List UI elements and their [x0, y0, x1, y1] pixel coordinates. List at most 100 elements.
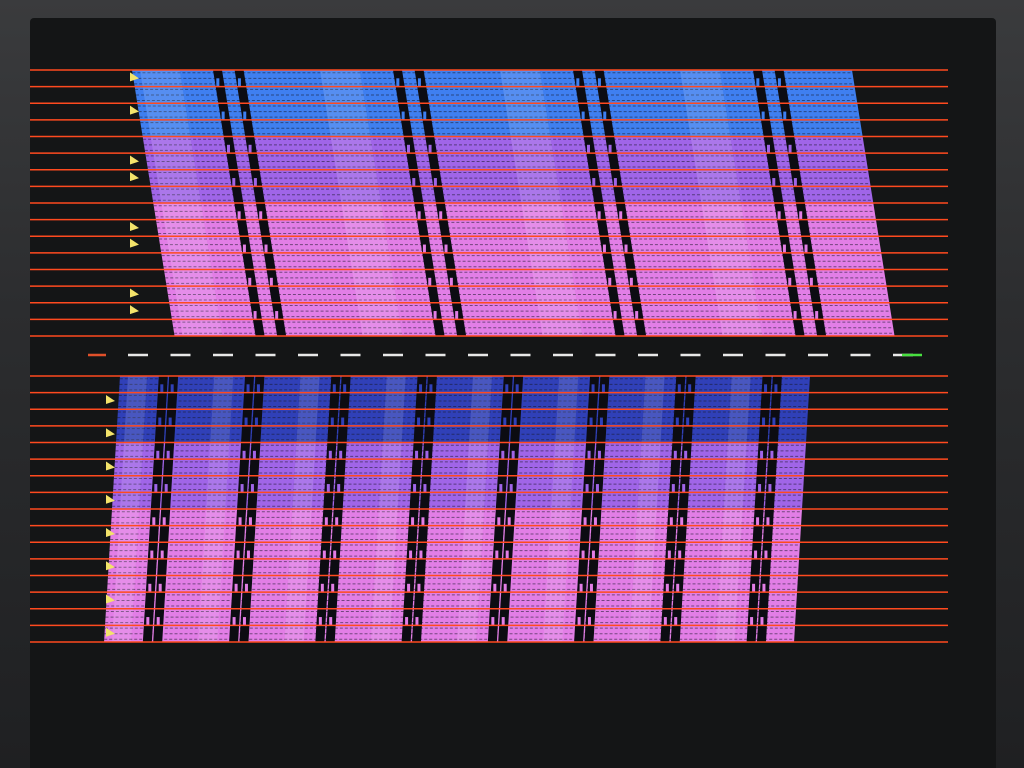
separator-notch — [415, 450, 419, 460]
separator-notch — [318, 617, 322, 626]
separator-notch — [667, 550, 671, 559]
separator-notch — [248, 517, 252, 526]
separator-notch — [341, 417, 345, 426]
separator-notch — [396, 78, 400, 87]
separator-notch — [684, 450, 688, 460]
separator-notch — [766, 517, 770, 526]
separator-notch — [146, 617, 150, 626]
separator-notch — [250, 484, 254, 493]
triangle-pointer-icon — [130, 221, 139, 231]
separator-notch — [429, 384, 433, 393]
separator-notch — [415, 617, 419, 626]
separator-notch — [428, 144, 432, 154]
separator-notch — [160, 384, 164, 393]
separator-notch — [587, 617, 591, 626]
separator-notch — [427, 417, 431, 426]
separator-notch — [499, 484, 503, 493]
separator-notch — [237, 78, 241, 87]
separator-notch — [583, 517, 587, 526]
separator-notch — [449, 277, 453, 287]
separator-notch — [326, 484, 330, 493]
separator-notch — [782, 244, 786, 253]
separator-notch — [236, 550, 240, 559]
separator-notch — [331, 583, 335, 593]
separator-notch — [234, 583, 238, 593]
separator-notch — [809, 277, 813, 287]
separator-notch — [324, 517, 328, 526]
separator-notch — [495, 550, 499, 559]
separator-notch — [444, 244, 448, 253]
separator-notch — [433, 178, 437, 187]
separator-notch — [793, 178, 797, 187]
separator-notch — [439, 211, 443, 220]
separator-notch — [752, 583, 756, 593]
separator-notch — [275, 311, 279, 320]
separator-notch — [804, 244, 808, 253]
separator-notch — [246, 550, 250, 559]
separator-notch — [166, 450, 170, 460]
separator-notch — [244, 417, 248, 426]
separator-notch — [602, 244, 606, 253]
separator-notch — [760, 617, 764, 626]
separator-notch — [591, 384, 595, 393]
separator-notch — [608, 144, 612, 154]
separator-notch — [603, 111, 607, 120]
separator-notch — [413, 484, 417, 493]
separator-notch — [635, 311, 639, 320]
separator-notch — [425, 450, 429, 460]
separator-notch — [772, 417, 776, 426]
separator-notch — [242, 244, 246, 253]
separator-notch — [335, 517, 339, 526]
separator-notch — [256, 384, 260, 393]
separator-notch — [232, 617, 236, 626]
display-screen — [30, 18, 996, 768]
separator-notch — [339, 450, 343, 460]
separator-notch — [673, 450, 677, 460]
separator-notch — [409, 550, 413, 559]
separator-notch — [401, 111, 405, 120]
separator-notch — [768, 484, 772, 493]
separator-notch — [595, 484, 599, 493]
separator-notch — [503, 583, 507, 593]
separator-notch — [419, 384, 423, 393]
separator-notch — [592, 178, 596, 187]
separator-notch — [252, 450, 256, 460]
separator-notch — [164, 484, 168, 493]
separator-notch — [501, 450, 505, 460]
separator-notch — [232, 178, 236, 187]
separator-notch — [675, 417, 679, 426]
triangle-pointer-icon — [130, 238, 139, 248]
separator-notch — [152, 517, 156, 526]
separator-notch — [320, 583, 324, 593]
separator-notch — [511, 450, 515, 460]
separator-notch — [428, 277, 432, 287]
separator-notch — [587, 450, 591, 460]
separator-notch — [608, 277, 612, 287]
separator-notch — [330, 417, 334, 426]
separator-notch — [254, 417, 258, 426]
separator-notch — [417, 417, 421, 426]
separator-notch — [593, 517, 597, 526]
separator-notch — [422, 244, 426, 253]
separator-notch — [216, 78, 220, 87]
separator-notch — [160, 550, 164, 559]
separator-notch — [764, 384, 768, 393]
separator-notch — [788, 277, 792, 287]
separator-notch — [676, 583, 680, 593]
separator-notch — [601, 384, 605, 393]
separator-notch — [248, 144, 252, 154]
separator-notch — [671, 484, 675, 493]
separator-notch — [412, 178, 416, 187]
separator-notch — [156, 617, 160, 626]
separator-notch — [686, 417, 690, 426]
separator-notch — [154, 484, 158, 493]
separator-notch — [423, 111, 427, 120]
separator-notch — [328, 450, 332, 460]
separator-notch — [793, 311, 797, 320]
separator-notch — [253, 178, 257, 187]
separator-notch — [423, 484, 427, 493]
separator-notch — [491, 617, 495, 626]
separator-notch — [688, 384, 692, 393]
separator-notch — [760, 450, 764, 460]
separator-notch — [777, 211, 781, 220]
